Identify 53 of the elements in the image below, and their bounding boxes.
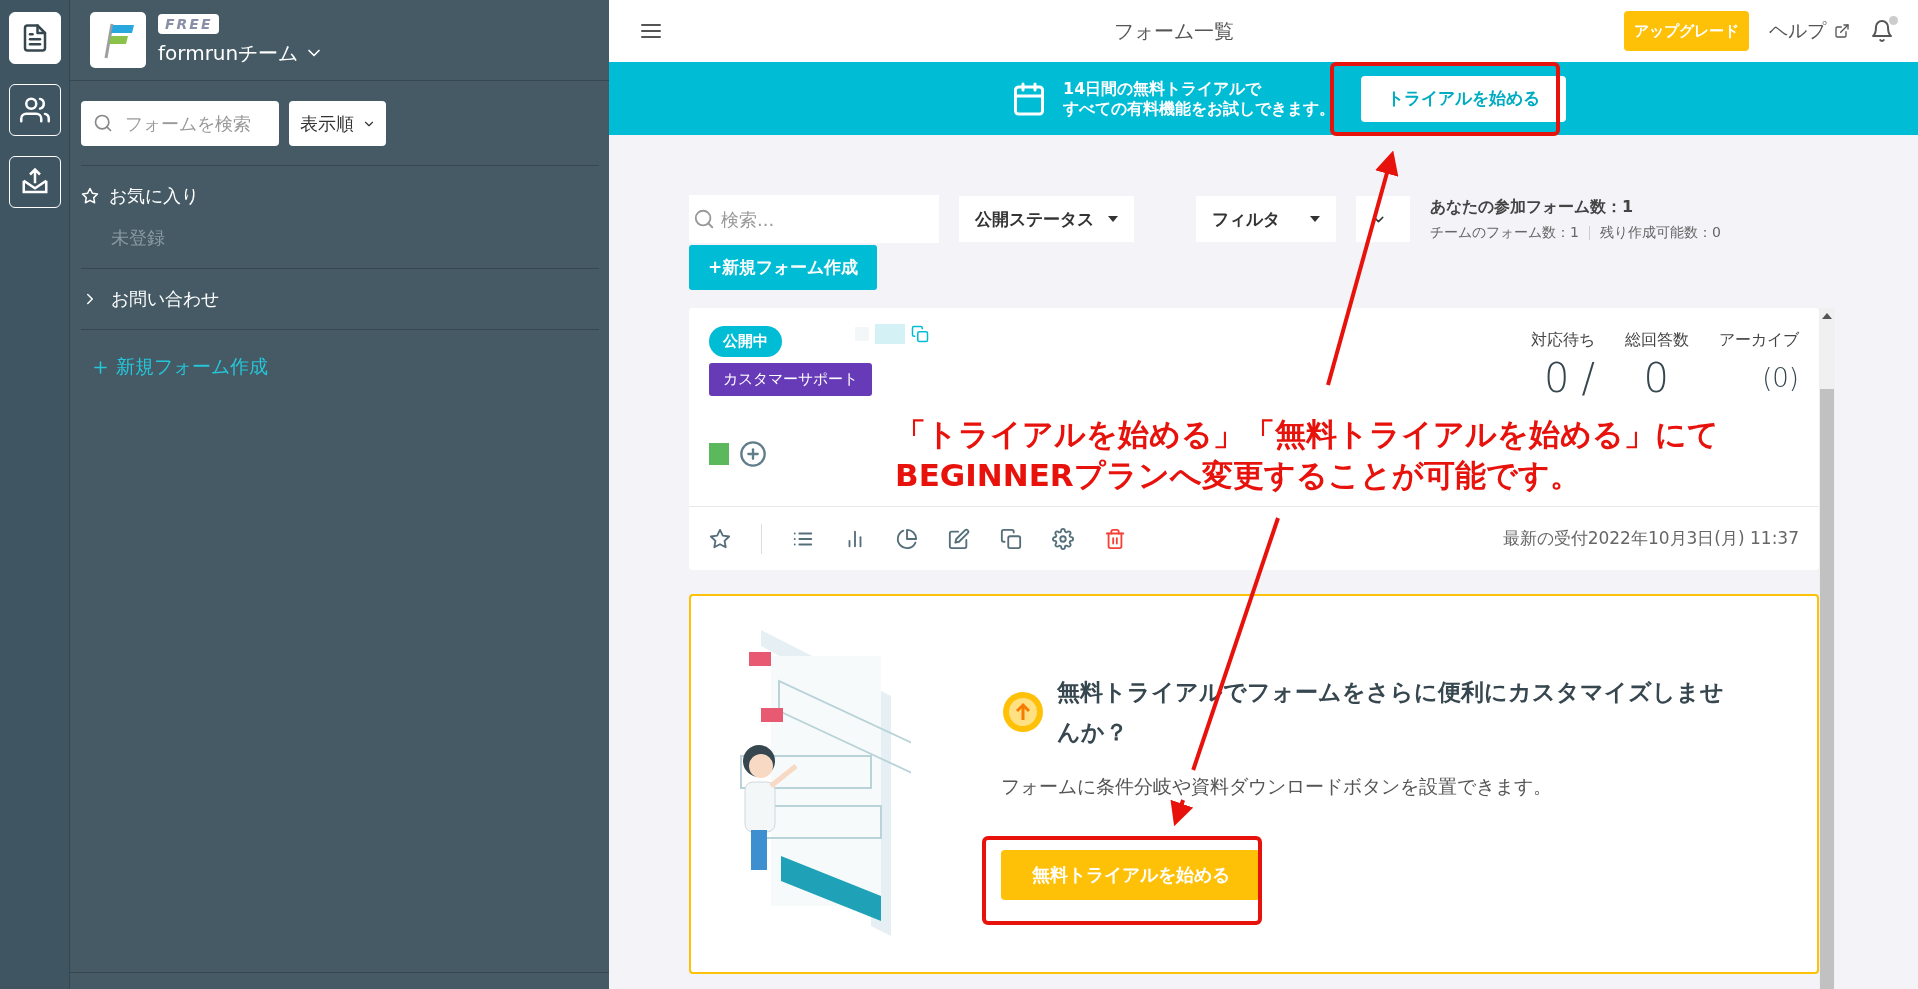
team-icon[interactable] — [8, 84, 61, 136]
stat-value: (0) — [1762, 363, 1799, 395]
star-icon[interactable] — [709, 527, 731, 550]
stat-label: アーカイブ — [1719, 330, 1799, 351]
empty-favorites-text: 未登録 — [110, 226, 166, 250]
remaining-forms-count: 残り作成可能数：0 — [1599, 223, 1721, 242]
promo-description: フォームに条件分岐や資料ダウンロードボタンを設置できます。 — [1001, 774, 1553, 799]
new-form-link[interactable]: 新規フォーム作成 — [81, 330, 599, 380]
team-selector[interactable]: formrunチーム — [158, 39, 325, 67]
help-link[interactable]: ヘルプ — [1769, 18, 1850, 44]
status-badge: 公開中 — [709, 326, 782, 357]
settings-icon[interactable] — [1052, 527, 1074, 550]
form-group-item[interactable]: お問い合わせ — [81, 287, 599, 311]
page-title: フォーム一覧 — [1112, 17, 1235, 45]
last-received-text: 最新の受付2022年10月3日(月) 11:37 — [1502, 527, 1799, 550]
team-forms-count: チームのフォーム数：1 — [1430, 223, 1579, 242]
stat-label: 総回答数 — [1625, 330, 1689, 351]
star-icon — [81, 187, 99, 205]
blurred-avatar-block — [709, 443, 729, 465]
caret-icon — [1310, 216, 1320, 222]
formrun-logo — [90, 12, 146, 68]
blurred-name-block — [875, 324, 905, 344]
form-search-field[interactable]: フォームを検索 — [81, 101, 279, 146]
calendar-icon — [1011, 80, 1047, 117]
filter-dropdown[interactable]: フィルタ — [1196, 196, 1336, 242]
filter-dropdown[interactable]: 公開ステータス — [959, 196, 1134, 242]
favorites-heading: お気に入り — [109, 184, 199, 208]
annotation-text: 「トライアルを始める」「無料トライアルを始める」にて BEGINNERプランへ変更することが可能です。 — [895, 415, 1719, 495]
stat-value: 0 — [1643, 355, 1670, 401]
view-dropdown[interactable] — [1356, 196, 1410, 242]
inbox-upload-icon[interactable] — [8, 156, 61, 208]
search-field[interactable]: 検索... — [689, 195, 939, 243]
copy-icon[interactable] — [1000, 527, 1022, 550]
trial-banner-text: 14日間の無料トライアルで すべての有料機能をお試しできます。 — [1063, 78, 1335, 119]
category-tag: カスタマーサポート — [709, 363, 872, 396]
plan-badge: FREE — [158, 13, 220, 34]
external-link-icon — [1834, 23, 1850, 39]
coin-upgrade-icon — [1001, 690, 1045, 734]
stat-label: 対応待ち — [1531, 330, 1595, 351]
caret-icon — [1108, 216, 1118, 222]
sort-dropdown[interactable]: 表示順 — [289, 101, 386, 146]
scrollbar[interactable] — [1819, 308, 1835, 989]
pie-chart-icon[interactable] — [896, 527, 918, 550]
stat-value: 0 — [1544, 355, 1570, 401]
add-member-icon[interactable] — [739, 440, 767, 468]
participating-forms-count: あなたの参加フォーム数：1 — [1430, 196, 1635, 218]
form-list-icon[interactable] — [8, 12, 61, 64]
search-icon — [693, 208, 715, 230]
scroll-up-icon[interactable] — [1822, 313, 1832, 319]
search-icon — [93, 113, 113, 133]
stat-separator: / — [1581, 355, 1595, 401]
edit-icon[interactable] — [948, 527, 970, 550]
trash-icon[interactable] — [1104, 527, 1126, 550]
